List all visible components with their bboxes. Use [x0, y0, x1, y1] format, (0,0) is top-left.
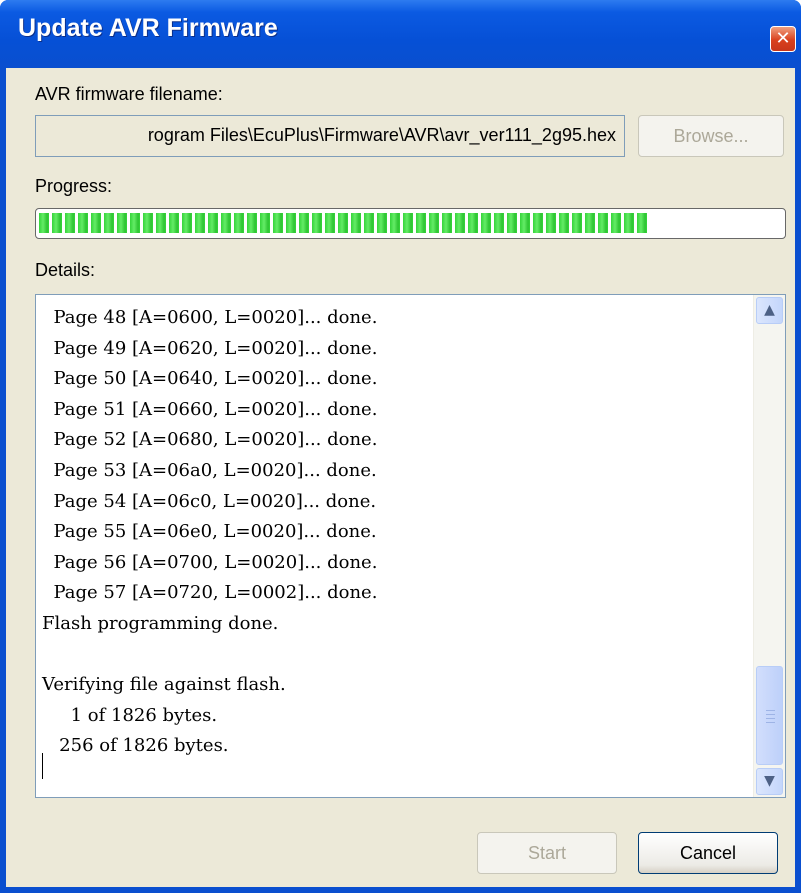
- update-avr-firmware-dialog: Update AVR Firmware ✕ AVR firmware filen…: [0, 0, 801, 893]
- cancel-button[interactable]: Cancel: [638, 832, 778, 874]
- progress-track: [39, 212, 782, 235]
- log-line: 1 of 1826 bytes.: [42, 704, 218, 726]
- firmware-filename-label: AVR firmware filename:: [35, 84, 223, 104]
- start-button-label: Start: [527, 843, 566, 863]
- log-line: Page 49 [A=0620, L=0020]... done.: [42, 337, 378, 359]
- browse-button[interactable]: Browse...: [638, 115, 784, 157]
- log-line: Page 53 [A=06a0, L=0020]... done.: [42, 459, 377, 481]
- log-line: Page 50 [A=0640, L=0020]... done.: [42, 368, 378, 390]
- details-log-textarea[interactable]: Page 48 [A=0600, L=0020]... done. Page 4…: [35, 294, 786, 798]
- browse-button-label: Browse...: [673, 126, 749, 146]
- text-caret: [42, 753, 43, 779]
- log-line: Page 55 [A=06e0, L=0020]... done.: [42, 521, 377, 543]
- details-log-text: Page 48 [A=0600, L=0020]... done. Page 4…: [42, 303, 742, 762]
- scroll-thumb[interactable]: [756, 666, 783, 765]
- progress-bar: [35, 208, 786, 239]
- firmware-filename-value: rogram Files\EcuPlus\Firmware\AVR\avr_ve…: [147, 125, 616, 145]
- log-line: Verifying file against flash.: [42, 674, 286, 696]
- chevron-up-icon: ▲: [764, 302, 775, 318]
- log-line: Page 56 [A=0700, L=0020]... done.: [42, 551, 378, 573]
- log-line: Flash programming done.: [42, 612, 279, 634]
- log-line: Page 48 [A=0600, L=0020]... done.: [42, 307, 378, 328]
- scroll-up-button[interactable]: ▲: [756, 297, 783, 324]
- title-bar[interactable]: Update AVR Firmware ✕: [0, 0, 801, 68]
- log-line: 256 of 1826 bytes.: [42, 735, 229, 757]
- window-title: Update AVR Firmware: [18, 14, 278, 42]
- cancel-button-label: Cancel: [679, 843, 737, 863]
- details-label: Details:: [35, 260, 96, 280]
- firmware-filename-field[interactable]: rogram Files\EcuPlus\Firmware\AVR\avr_ve…: [35, 115, 625, 157]
- dialog-client-area: AVR firmware filename: rogram Files\EcuP…: [6, 68, 795, 887]
- progress-fill: [39, 213, 649, 233]
- grip-line: [766, 710, 775, 711]
- progress-label: Progress:: [35, 176, 113, 196]
- window-frame-right: [795, 68, 801, 893]
- close-icon: ✕: [775, 28, 791, 49]
- grip-line: [766, 722, 775, 723]
- details-scrollbar[interactable]: ▲ ▼: [753, 295, 785, 797]
- window-frame-bottom: [0, 887, 801, 893]
- grip-line: [766, 714, 775, 715]
- log-line: Page 57 [A=0720, L=0002]... done.: [42, 582, 378, 604]
- start-button[interactable]: Start: [477, 832, 617, 874]
- log-line: Page 54 [A=06c0, L=0020]... done.: [42, 490, 377, 512]
- close-button[interactable]: ✕: [770, 26, 796, 52]
- chevron-down-icon: ▼: [764, 773, 775, 789]
- log-line: Page 52 [A=0680, L=0020]... done.: [42, 429, 378, 451]
- grip-line: [766, 718, 775, 719]
- scroll-down-button[interactable]: ▼: [756, 768, 783, 795]
- log-line: Page 51 [A=0660, L=0020]... done.: [42, 398, 378, 420]
